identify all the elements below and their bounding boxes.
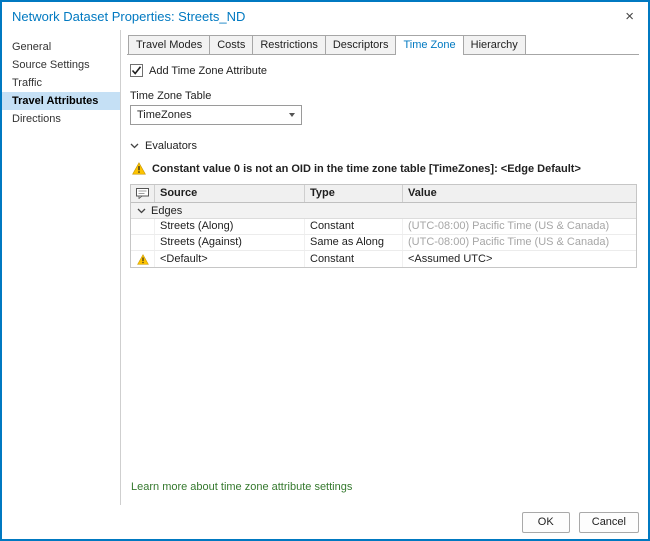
source-cell: Streets (Against) bbox=[155, 235, 305, 250]
add-time-zone-attribute-label: Add Time Zone Attribute bbox=[149, 65, 267, 77]
time-zone-table-select[interactable]: TimeZones bbox=[130, 105, 302, 125]
warning-icon bbox=[132, 162, 146, 175]
warning-icon bbox=[131, 251, 155, 267]
table-header-row: Source Type Value bbox=[131, 185, 636, 203]
sidebar-item-travel-attributes[interactable]: Travel Attributes bbox=[2, 92, 120, 110]
tab-costs[interactable]: Costs bbox=[209, 35, 253, 54]
sidebar-item-source-settings[interactable]: Source Settings bbox=[2, 56, 120, 74]
titlebar: Network Dataset Properties: Streets_ND × bbox=[2, 2, 648, 30]
add-time-zone-attribute-row: Add Time Zone Attribute bbox=[130, 64, 637, 77]
type-cell: Constant bbox=[305, 251, 403, 267]
evaluators-section-label: Evaluators bbox=[145, 140, 197, 152]
tab-restrictions[interactable]: Restrictions bbox=[252, 35, 325, 54]
row-status-cell bbox=[131, 219, 155, 234]
evaluators-table: Source Type Value Edges bbox=[130, 184, 637, 268]
value-cell: <Assumed UTC> bbox=[403, 251, 636, 267]
close-icon[interactable]: × bbox=[621, 8, 638, 25]
time-zone-tab-content: Add Time Zone Attribute Time Zone Table … bbox=[127, 55, 639, 505]
sidebar-item-general[interactable]: General bbox=[2, 38, 120, 56]
value-cell: (UTC-08:00) Pacific Time (US & Canada) bbox=[403, 219, 636, 234]
column-header-source[interactable]: Source bbox=[155, 185, 305, 202]
dialog-footer: OK Cancel bbox=[2, 505, 648, 539]
evaluators-section-toggle[interactable]: Evaluators bbox=[130, 140, 637, 152]
column-header-value[interactable]: Value bbox=[403, 185, 636, 202]
main-panel: Travel Modes Costs Restrictions Descript… bbox=[121, 30, 648, 505]
table-row-default[interactable]: <Default> Constant <Assumed UTC> bbox=[131, 251, 636, 267]
chevron-down-icon bbox=[130, 143, 139, 149]
add-time-zone-attribute-checkbox[interactable] bbox=[130, 64, 143, 77]
tab-travel-modes[interactable]: Travel Modes bbox=[128, 35, 210, 54]
source-cell: Streets (Along) bbox=[155, 219, 305, 234]
tab-strip: Travel Modes Costs Restrictions Descript… bbox=[127, 35, 639, 55]
tab-time-zone[interactable]: Time Zone bbox=[395, 35, 463, 55]
type-cell: Constant bbox=[305, 219, 403, 234]
column-header-type[interactable]: Type bbox=[305, 185, 403, 202]
table-row-streets-against[interactable]: Streets (Against) Same as Along (UTC-08:… bbox=[131, 235, 636, 251]
tab-descriptors[interactable]: Descriptors bbox=[325, 35, 397, 54]
chevron-down-icon bbox=[137, 208, 146, 214]
source-cell: <Default> bbox=[155, 251, 305, 267]
network-dataset-properties-dialog: Network Dataset Properties: Streets_ND ×… bbox=[0, 0, 650, 541]
time-zone-table-label: Time Zone Table bbox=[130, 90, 637, 102]
type-cell: Same as Along bbox=[305, 235, 403, 250]
learn-more-link[interactable]: Learn more about time zone attribute set… bbox=[130, 475, 637, 499]
ok-button[interactable]: OK bbox=[522, 512, 570, 533]
table-row-streets-along[interactable]: Streets (Along) Constant (UTC-08:00) Pac… bbox=[131, 219, 636, 235]
dropdown-arrow-icon bbox=[289, 113, 295, 117]
row-status-cell bbox=[131, 235, 155, 250]
message-icon bbox=[131, 185, 155, 202]
dialog-title: Network Dataset Properties: Streets_ND bbox=[12, 9, 245, 24]
evaluator-warning-message: Constant value 0 is not an OID in the ti… bbox=[130, 162, 637, 175]
cancel-button[interactable]: Cancel bbox=[579, 512, 639, 533]
sidebar-item-directions[interactable]: Directions bbox=[2, 110, 120, 128]
warning-text: Constant value 0 is not an OID in the ti… bbox=[152, 163, 581, 175]
sidebar: General Source Settings Traffic Travel A… bbox=[2, 30, 121, 505]
sidebar-item-traffic[interactable]: Traffic bbox=[2, 74, 120, 92]
time-zone-table-selected-value: TimeZones bbox=[137, 109, 192, 121]
dialog-body: General Source Settings Traffic Travel A… bbox=[2, 30, 648, 505]
edges-group-label: Edges bbox=[151, 205, 182, 217]
tab-hierarchy[interactable]: Hierarchy bbox=[463, 35, 526, 54]
edges-group-row[interactable]: Edges bbox=[131, 203, 636, 219]
value-cell: (UTC-08:00) Pacific Time (US & Canada) bbox=[403, 235, 636, 250]
check-mark-icon bbox=[131, 65, 142, 76]
